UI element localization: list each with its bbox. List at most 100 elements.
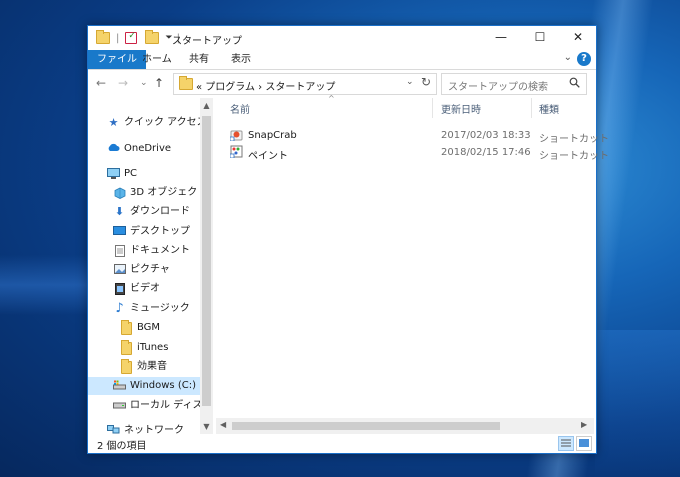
- nav-item-desktop[interactable]: デスクトップ: [113, 223, 190, 241]
- file-modified: 2017/02/03 18:33: [441, 130, 531, 141]
- video-icon: [113, 283, 126, 295]
- recent-locations-button[interactable]: ⌄: [140, 78, 148, 88]
- scroll-left-button[interactable]: ◀: [220, 420, 226, 429]
- cube-icon: [113, 187, 126, 199]
- expand-ribbon-icon[interactable]: ⌄: [564, 52, 572, 63]
- new-folder-icon[interactable]: [145, 30, 160, 44]
- nav-label: 3D オブジェクト: [130, 187, 200, 198]
- window-title: スタートアップ: [172, 36, 242, 47]
- sort-ascending-icon: ^: [328, 94, 335, 103]
- address-bar[interactable]: « プログラム › スタートアップ ⌄ ↻: [173, 73, 437, 95]
- breadcrumb[interactable]: « プログラム › スタートアップ: [196, 78, 335, 93]
- document-icon: [113, 245, 126, 257]
- nav-item-network[interactable]: ネットワーク: [107, 422, 184, 434]
- file-list[interactable]: ^ 名前 更新日時 種類 SnapCrab 2017/02/03 18:33 シ…: [216, 94, 609, 434]
- file-name: SnapCrab: [248, 130, 297, 141]
- nav-item-itunes[interactable]: iTunes: [120, 339, 168, 357]
- item-count: 2 個の項目: [97, 441, 147, 452]
- tab-home[interactable]: ホーム: [136, 50, 178, 69]
- picture-icon: [113, 264, 126, 276]
- search-placeholder: スタートアップの検索: [448, 82, 548, 93]
- nav-label: iTunes: [137, 342, 169, 353]
- address-row: ← → ⌄ ↑ « プログラム › スタートアップ ⌄ ↻ スタートアップの検索: [88, 70, 596, 98]
- scroll-down-button[interactable]: ▼: [200, 422, 213, 431]
- details-view-icon: [561, 439, 571, 447]
- scrollbar-thumb[interactable]: [232, 422, 500, 430]
- computer-icon: [107, 168, 120, 180]
- column-divider[interactable]: [531, 98, 532, 118]
- tab-view[interactable]: 表示: [225, 50, 257, 69]
- drive-icon: [113, 380, 126, 392]
- nav-label: ビデオ: [130, 283, 160, 294]
- scroll-right-button[interactable]: ▶: [581, 420, 587, 429]
- folder-icon: [120, 340, 133, 355]
- scroll-up-button[interactable]: ▲: [200, 101, 213, 110]
- nav-item-local-disk-d[interactable]: ローカル ディスク (D: [113, 397, 200, 415]
- back-button[interactable]: ←: [96, 76, 106, 90]
- column-header-type[interactable]: 種類: [539, 101, 559, 116]
- file-row[interactable]: ペイント 2018/02/15 17:46 ショートカット: [216, 144, 609, 162]
- nav-pane-scrollbar[interactable]: ▲ ▼: [200, 98, 213, 434]
- cloud-icon: [107, 143, 120, 155]
- address-dropdown-icon[interactable]: ⌄: [406, 77, 414, 87]
- quick-access-toolbar: | ✓ ⏷ |: [96, 30, 180, 45]
- nav-item-documents[interactable]: ドキュメント: [113, 242, 190, 260]
- title-bar[interactable]: | ✓ ⏷ | スタートアップ — ☐ ✕: [88, 26, 596, 50]
- details-view-button[interactable]: [558, 436, 574, 451]
- file-name: ペイント: [248, 151, 288, 162]
- explorer-window: | ✓ ⏷ | スタートアップ — ☐ ✕ ファイル ホーム 共有 表示 ⌄ ?…: [87, 25, 609, 454]
- column-header-modified[interactable]: 更新日時: [441, 101, 481, 116]
- minimize-button[interactable]: —: [483, 26, 519, 48]
- refresh-button[interactable]: ↻: [421, 75, 431, 89]
- snapcrab-icon: [229, 128, 243, 142]
- nav-item-music[interactable]: ♪ ミュージック: [113, 300, 189, 318]
- nav-item-downloads[interactable]: ⬇ ダウンロード: [113, 203, 190, 221]
- nav-label: クイック アクセス: [124, 117, 200, 128]
- nav-item-quick-access[interactable]: ★ クイック アクセス: [107, 114, 200, 132]
- folder-icon: [179, 76, 193, 90]
- close-button[interactable]: ✕: [560, 26, 596, 48]
- nav-label: ピクチャ: [130, 264, 170, 275]
- search-icon: [569, 77, 580, 91]
- nav-label: BGM: [137, 322, 161, 333]
- file-row[interactable]: SnapCrab 2017/02/03 18:33 ショートカット: [216, 127, 609, 145]
- forward-button[interactable]: →: [118, 76, 128, 90]
- nav-label: ドキュメント: [130, 245, 190, 256]
- large-icons-view-icon: [579, 439, 589, 447]
- nav-label: ネットワーク: [124, 425, 184, 434]
- drive-icon: [113, 400, 126, 412]
- navigation-pane[interactable]: ★ クイック アクセス OneDrive PC 3D オブジェクト ⬇ ダウンロ…: [88, 98, 200, 434]
- nav-item-pictures[interactable]: ピクチャ: [113, 261, 170, 279]
- toolbar-separator: |: [116, 32, 120, 44]
- maximize-button[interactable]: ☐: [522, 26, 558, 48]
- nav-item-bgm[interactable]: BGM: [120, 319, 160, 337]
- column-divider[interactable]: [432, 98, 433, 118]
- folder-icon: [120, 359, 133, 374]
- nav-label: Windows (C:): [130, 380, 196, 391]
- file-modified: 2018/02/15 17:46: [441, 147, 531, 158]
- file-type: ショートカット: [539, 134, 609, 145]
- star-icon: ★: [108, 116, 119, 129]
- wallpaper-light-beam-bottom: [595, 330, 680, 477]
- nav-label: 効果音: [137, 361, 167, 372]
- up-button[interactable]: ↑: [154, 76, 164, 90]
- nav-item-windows-c[interactable]: Windows (C:): [88, 377, 200, 395]
- horizontal-scrollbar[interactable]: ◀ ▶: [216, 418, 594, 434]
- nav-item-3d-objects[interactable]: 3D オブジェクト: [113, 184, 200, 202]
- network-icon: [107, 425, 120, 434]
- large-icons-view-button[interactable]: [576, 436, 592, 451]
- ribbon-tabs: ファイル ホーム 共有 表示 ⌄ ?: [88, 50, 596, 70]
- nav-item-sound-effects[interactable]: 効果音: [120, 358, 167, 376]
- nav-item-pc[interactable]: PC: [107, 165, 137, 183]
- column-header-name[interactable]: 名前: [230, 101, 250, 116]
- scrollbar-thumb[interactable]: [202, 116, 211, 406]
- nav-item-onedrive[interactable]: OneDrive: [107, 140, 171, 158]
- properties-icon[interactable]: ✓: [125, 31, 138, 44]
- wallpaper-light-beam-left: [0, 255, 90, 315]
- folder-icon: [120, 320, 133, 335]
- nav-item-videos[interactable]: ビデオ: [113, 280, 160, 298]
- search-input[interactable]: スタートアップの検索: [441, 73, 587, 95]
- tab-share[interactable]: 共有: [183, 50, 215, 69]
- nav-label: PC: [124, 168, 138, 179]
- help-icon[interactable]: ?: [577, 52, 591, 66]
